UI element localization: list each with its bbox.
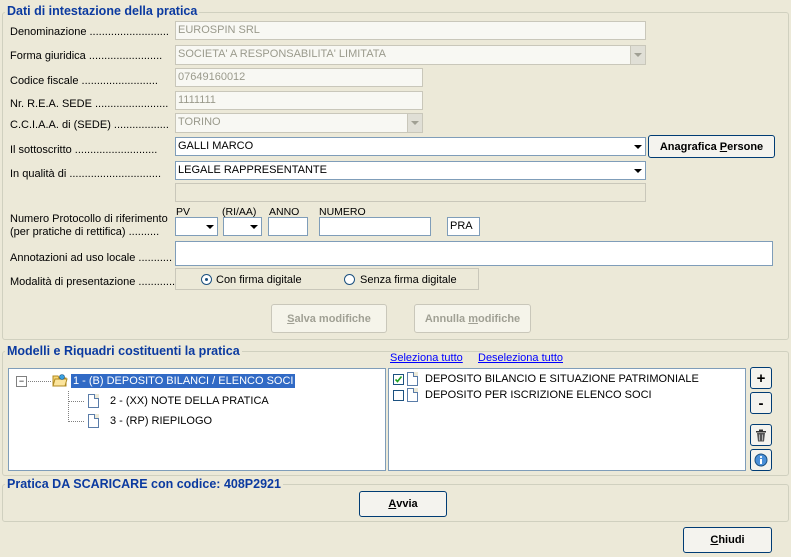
document-icon: [88, 394, 99, 408]
checkbox-deposito-bilancio[interactable]: [393, 374, 404, 385]
qualita-select[interactable]: LEGALE RAPPRESENTANTE: [175, 161, 646, 180]
annulla-modifiche-button[interactable]: Annulla m odifiche: [414, 304, 531, 333]
document-checked-icon: [407, 372, 418, 386]
forma-giuridica-label: Forma giuridica ........................: [10, 50, 163, 62]
info-icon[interactable]: [750, 449, 772, 471]
radio-con-firma[interactable]: [201, 274, 212, 285]
cciaa-label: C.C.I.A.A. di (SEDE) ..................: [10, 119, 169, 131]
folder-icon: [52, 373, 68, 387]
intestazione-title: Dati di intestazione della pratica: [5, 4, 200, 18]
avvia-button[interactable]: Avvia: [359, 491, 447, 517]
chevron-down-icon[interactable]: [630, 46, 645, 64]
rea-field[interactable]: 1111111: [175, 91, 423, 110]
protocollo-label-line2: (per pratiche di rettifica) ..........: [10, 226, 160, 238]
forma-giuridica-select[interactable]: SOCIETA' A RESPONSABILITA' LIMITATA: [175, 45, 646, 65]
remove-button[interactable]: -: [750, 392, 772, 414]
modalita-radiogroup: Con firma digitale Senza firma digitale: [175, 268, 479, 290]
modelli-title: Modelli e Riquadri costituenti la pratic…: [5, 344, 242, 358]
anagrafica-persone-button[interactable]: Anagrafica Persone: [648, 135, 775, 158]
forma-giuridica-value: SOCIETA' A RESPONSABILITA' LIMITATA: [178, 48, 386, 60]
list-item-deposito-bilancio[interactable]: DEPOSITO BILANCIO E SITUAZIONE PATRIMONI…: [425, 373, 699, 385]
tree-expander[interactable]: −: [16, 376, 27, 387]
qualita-label: In qualità di ..........................…: [10, 168, 162, 180]
add-button[interactable]: +: [750, 367, 772, 389]
chevron-down-icon[interactable]: [630, 138, 645, 155]
document-icon: [407, 388, 418, 402]
deseleziona-tutto-link[interactable]: Deseleziona tutto: [478, 352, 563, 364]
seleziona-tutto-link[interactable]: Seleziona tutto: [390, 352, 463, 364]
chevron-down-icon[interactable]: [202, 218, 217, 235]
qualita-extra-field[interactable]: [175, 183, 646, 202]
radio-senza-firma-label[interactable]: Senza firma digitale: [360, 274, 457, 286]
codice-fiscale-field[interactable]: 07649160012: [175, 68, 423, 87]
anno-field[interactable]: [268, 217, 308, 236]
tree-item-1[interactable]: 1 - (B) DEPOSITO BILANCI / ELENCO SOCI: [71, 374, 296, 388]
chevron-down-icon[interactable]: [246, 218, 261, 235]
cciaa-select[interactable]: TORINO: [175, 113, 423, 133]
numero-field[interactable]: [319, 217, 431, 236]
tree-connector: [68, 391, 69, 422]
annotazioni-field[interactable]: [175, 241, 773, 266]
sottoscritto-label: Il sottoscritto ........................…: [10, 144, 158, 156]
trash-icon[interactable]: [750, 424, 772, 446]
qualita-value: LEGALE RAPPRESENTANTE: [178, 164, 327, 176]
radio-con-firma-label[interactable]: Con firma digitale: [216, 274, 302, 286]
denominazione-label: Denominazione ..........................: [10, 26, 169, 38]
tree-connector: [68, 401, 84, 402]
denominazione-field[interactable]: EUROSPIN SRL: [175, 21, 646, 40]
radio-senza-firma[interactable]: [344, 274, 355, 285]
checkbox-deposito-elenco[interactable]: [393, 390, 404, 401]
sottoscritto-select[interactable]: GALLI MARCO: [175, 137, 646, 156]
tree-item-3[interactable]: 3 - (RP) RIEPILOGO: [110, 415, 212, 427]
codice-fiscale-label: Codice fiscale .........................: [10, 75, 158, 87]
tree-connector: [68, 421, 84, 422]
tree-item-2[interactable]: 2 - (XX) NOTE DELLA PRATICA: [110, 395, 269, 407]
pra-field[interactable]: PRA: [447, 217, 480, 236]
cciaa-value: TORINO: [178, 116, 221, 128]
document-icon: [88, 414, 99, 428]
chevron-down-icon[interactable]: [630, 162, 645, 179]
pv-select[interactable]: [175, 217, 218, 236]
chiudi-button[interactable]: Chiudi: [683, 527, 772, 553]
scaricare-title: Pratica DA SCARICARE con codice: 408P292…: [5, 477, 283, 491]
riquadri-list[interactable]: DEPOSITO BILANCIO E SITUAZIONE PATRIMONI…: [388, 368, 746, 471]
modelli-tree[interactable]: − 1 - (B) DEPOSITO BILANCI / ELENCO SOCI…: [8, 368, 386, 471]
sottoscritto-value: GALLI MARCO: [178, 140, 254, 152]
list-item-deposito-elenco[interactable]: DEPOSITO PER ISCRIZIONE ELENCO SOCI: [425, 389, 652, 401]
rea-label: Nr. R.E.A. SEDE ........................: [10, 98, 169, 110]
modalita-label: Modalità di presentazione ............: [10, 276, 176, 288]
riaa-select[interactable]: [223, 217, 262, 236]
protocollo-label-line1: Numero Protocollo di riferimento: [10, 213, 168, 225]
salva-modifiche-button[interactable]: Salva modifiche: [271, 304, 387, 333]
chevron-down-icon[interactable]: [407, 114, 422, 132]
annotazioni-label: Annotazioni ad uso locale ...........: [10, 252, 173, 264]
tree-connector: [25, 381, 51, 382]
